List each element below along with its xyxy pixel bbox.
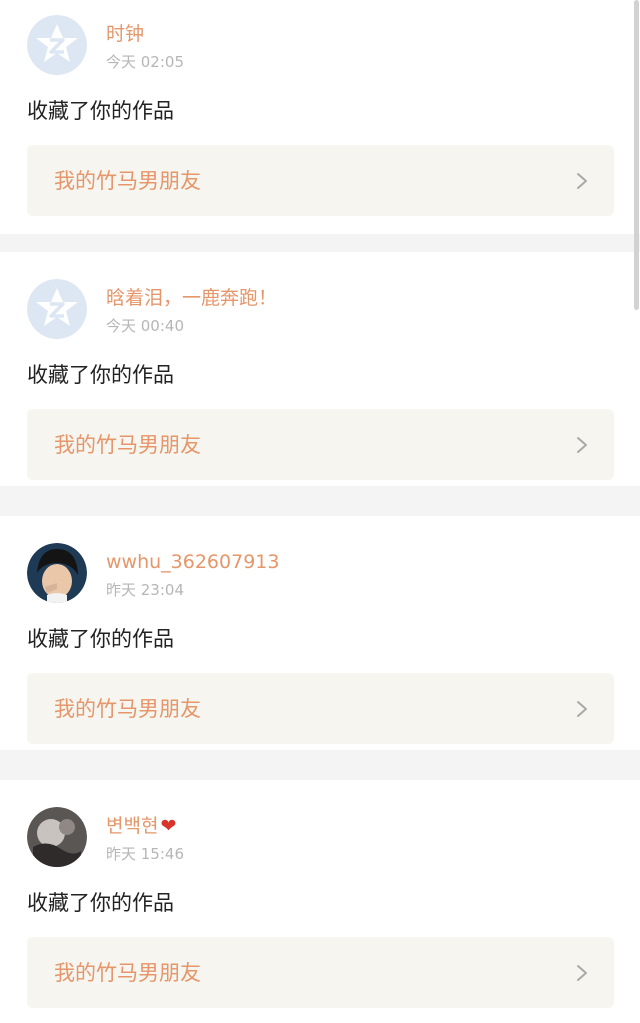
action-text: 收藏了你的作品 <box>27 627 174 651</box>
scrollbar[interactable] <box>634 0 639 310</box>
timestamp: 今天 02:05 <box>106 53 184 71</box>
chevron-right-icon <box>576 172 588 190</box>
work-title: 我的竹马男朋友 <box>54 433 201 457</box>
chevron-right-icon <box>576 700 588 718</box>
timestamp: 昨天 23:04 <box>106 581 184 599</box>
action-text: 收藏了你的作品 <box>27 891 174 915</box>
notification-card: wwhu_362607913 昨天 23:04 收藏了你的作品 我的竹马男朋友 <box>0 516 640 750</box>
notification-card: 时钟 今天 02:05 收藏了你的作品 我的竹马男朋友 <box>0 0 640 234</box>
work-link-button[interactable]: 我的竹马男朋友 <box>27 409 614 480</box>
username[interactable]: wwhu_362607913 <box>106 550 279 574</box>
notification-card: 晗着泪，一鹿奔跑！ 今天 00:40 收藏了你的作品 我的竹马男朋友 <box>0 252 640 486</box>
timestamp: 今天 00:40 <box>106 317 184 335</box>
action-text: 收藏了你的作品 <box>27 363 174 387</box>
work-link-button[interactable]: 我的竹马男朋友 <box>27 937 614 1008</box>
notification-card: 변백현 ❤ 昨天 15:46 收藏了你的作品 我的竹马男朋友 <box>0 780 640 1023</box>
user-avatar[interactable] <box>27 807 87 867</box>
default-avatar-icon[interactable] <box>27 15 87 75</box>
chevron-right-icon <box>576 436 588 454</box>
work-title: 我的竹马男朋友 <box>54 697 201 721</box>
work-link-button[interactable]: 我的竹马男朋友 <box>27 673 614 744</box>
action-text: 收藏了你的作品 <box>27 99 174 123</box>
username[interactable]: 时钟 <box>106 22 144 46</box>
work-title: 我的竹马男朋友 <box>54 961 201 985</box>
timestamp: 昨天 15:46 <box>106 845 184 863</box>
work-title: 我的竹马男朋友 <box>54 169 201 193</box>
work-link-button[interactable]: 我的竹马男朋友 <box>27 145 614 216</box>
username[interactable]: 변백현 ❤ <box>106 814 176 838</box>
chevron-right-icon <box>576 964 588 982</box>
user-avatar[interactable] <box>27 543 87 603</box>
notification-feed: 时钟 今天 02:05 收藏了你的作品 我的竹马男朋友 晗着泪，一鹿奔跑！ 今天… <box>0 0 640 1023</box>
heart-emoji-icon: ❤ <box>160 815 177 837</box>
default-avatar-icon[interactable] <box>27 279 87 339</box>
username[interactable]: 晗着泪，一鹿奔跑！ <box>106 286 277 310</box>
